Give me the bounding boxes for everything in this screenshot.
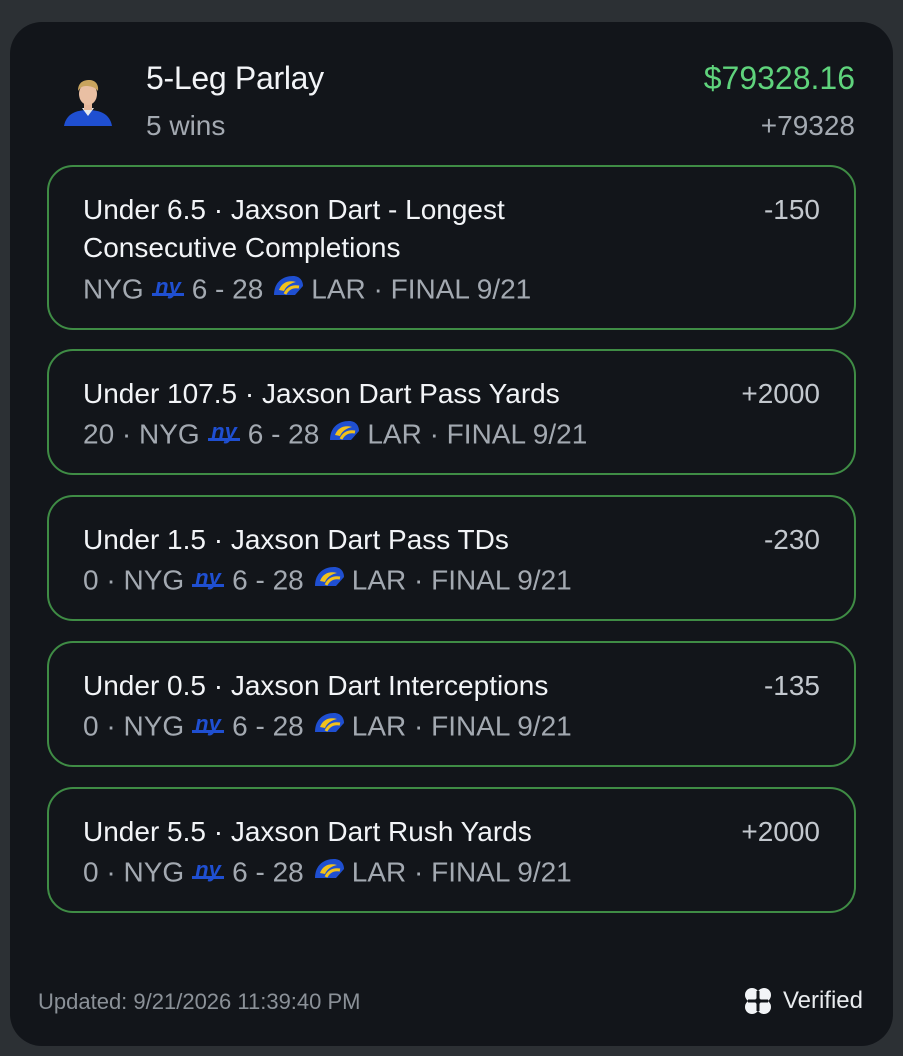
clover-icon: [744, 988, 771, 1014]
game-score: 6 - 28: [247, 418, 320, 450]
rams-logo-icon: [327, 416, 361, 454]
team-away: LAR: [367, 418, 422, 450]
team-home: NYG: [123, 564, 185, 596]
rams-logo-icon: [312, 708, 346, 746]
leg-game-info: 20 · NYG ny 6 - 28 LAR · FINAL 9/21: [83, 414, 587, 454]
leg-title: Under 0.5 · Jaxson Dart Interceptions: [83, 670, 549, 701]
bet-card: 5-Leg Parlay 5 wins $79328.16 +79328 Und…: [10, 22, 893, 1046]
game-score: 6 - 28: [232, 564, 304, 596]
rams-logo-icon: [312, 562, 346, 600]
parlay-result: 5 wins: [146, 110, 226, 141]
parlay-title: 5-Leg Parlay: [146, 60, 324, 96]
rams-logo-icon: [271, 271, 305, 309]
leg-game-info: 0 · NYG ny 6 - 28 LAR · FINAL 9/21: [83, 560, 572, 600]
stat-result: 0 ·: [83, 856, 116, 888]
leg-title: Under 107.5 · Jaxson Dart Pass Yards: [83, 378, 560, 409]
stat-result: 0 ·: [83, 564, 116, 596]
leg-game-info: 0 · NYG ny 6 - 28 LAR · FINAL 9/21: [83, 852, 572, 892]
verified-badge[interactable]: Verified: [741, 984, 863, 1018]
team-away: LAR: [351, 564, 407, 596]
payout-amount: $79328.16: [703, 60, 855, 96]
nyg-logo-icon: ny: [190, 708, 226, 746]
player-avatar: [62, 74, 114, 126]
stat-result: 0 ·: [83, 710, 116, 742]
leg-odds: -150: [763, 194, 820, 225]
team-home: NYG: [83, 273, 144, 305]
team-away: LAR: [311, 273, 366, 305]
rams-logo-icon: [312, 854, 346, 892]
nyg-logo-icon: ny: [190, 562, 226, 600]
game-status: · FINAL 9/21: [414, 856, 572, 888]
team-home: NYG: [139, 418, 200, 450]
leg-card[interactable]: Under 107.5 · Jaxson Dart Pass Yards +20…: [47, 349, 856, 475]
game-status: · FINAL 9/21: [414, 710, 572, 742]
leg-odds: +2000: [741, 378, 820, 409]
updated-timestamp: Updated: 9/21/2026 11:39:40 PM: [38, 989, 361, 1014]
leg-title: Under 6.5 · Jaxson Dart - Longest Consec…: [83, 194, 505, 263]
team-home: NYG: [123, 856, 185, 888]
team-home: NYG: [123, 710, 185, 742]
nyg-logo-icon: ny: [190, 854, 226, 892]
leg-game-info: 0 · NYG ny 6 - 28 LAR · FINAL 9/21: [83, 706, 572, 746]
nyg-logo-icon: ny: [150, 271, 186, 309]
game-status: · FINAL 9/21: [414, 564, 572, 596]
game-score: 6 - 28: [232, 710, 304, 742]
leg-odds: -135: [763, 670, 820, 701]
leg-game-info: NYG ny 6 - 28 LAR · FINAL 9/21: [83, 269, 531, 309]
leg-card[interactable]: Under 5.5 · Jaxson Dart Rush Yards +2000…: [47, 787, 856, 913]
game-score: 6 - 28: [191, 273, 264, 305]
team-away: LAR: [351, 710, 407, 742]
leg-title: Under 1.5 · Jaxson Dart Pass TDs: [83, 524, 509, 555]
stat-result: 20 ·: [83, 418, 132, 450]
game-status: · FINAL 9/21: [373, 273, 532, 305]
game-score: 6 - 28: [232, 856, 304, 888]
leg-odds: +2000: [741, 816, 820, 847]
team-away: LAR: [351, 856, 407, 888]
game-status: · FINAL 9/21: [429, 418, 588, 450]
leg-card[interactable]: Under 1.5 · Jaxson Dart Pass TDs -230 0 …: [47, 495, 856, 621]
parlay-odds: +79328: [760, 110, 855, 141]
leg-odds: -230: [763, 524, 820, 555]
nyg-logo-icon: ny: [206, 416, 242, 454]
leg-title: Under 5.5 · Jaxson Dart Rush Yards: [83, 816, 532, 847]
leg-card[interactable]: Under 6.5 · Jaxson Dart - Longest Consec…: [47, 165, 856, 330]
leg-card[interactable]: Under 0.5 · Jaxson Dart Interceptions -1…: [47, 641, 856, 767]
verified-label: Verified: [782, 987, 863, 1014]
